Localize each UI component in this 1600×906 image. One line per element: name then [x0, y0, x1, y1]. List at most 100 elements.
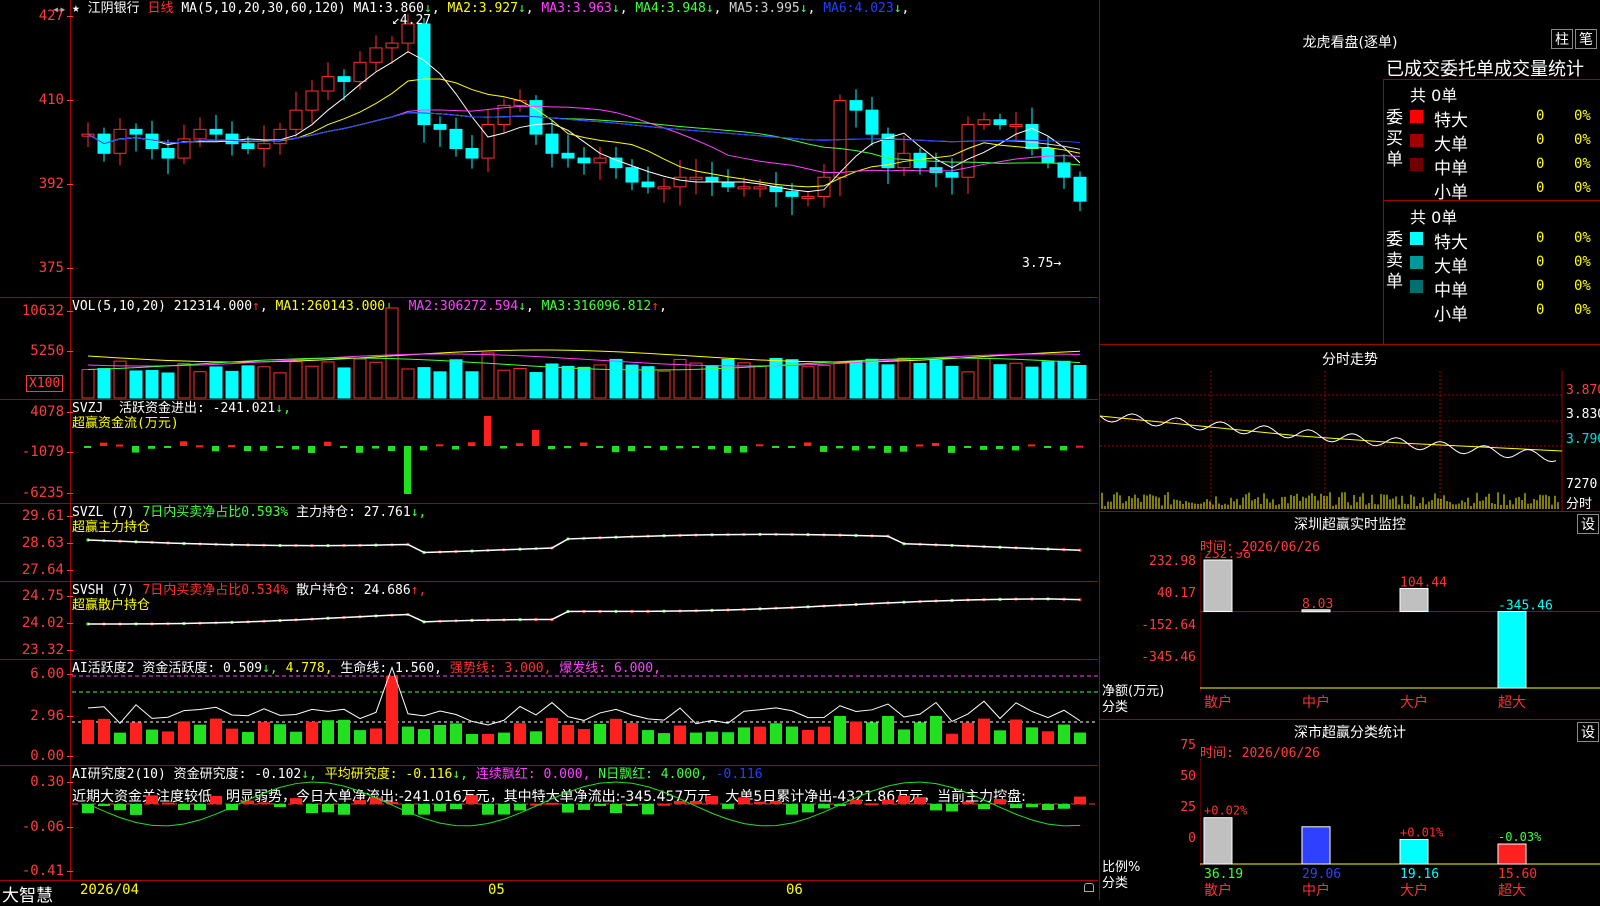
lhb-buy-swatch	[1410, 158, 1423, 171]
research-chart[interactable]	[72, 766, 1098, 879]
volume-bar	[593, 364, 607, 399]
lock-icon[interactable]	[1084, 883, 1094, 892]
lhb-sell-swatch	[1410, 304, 1423, 317]
intraday-chart[interactable]	[1100, 371, 1600, 511]
net-bar	[1497, 611, 1527, 689]
activity-bar	[914, 722, 926, 744]
volume-bar	[609, 358, 623, 399]
activity-bar	[658, 733, 670, 744]
activity-bar	[690, 732, 702, 744]
class-category-label: 超大	[1498, 883, 1526, 899]
svsh-pane[interactable]: 24.75 24.02 23.32 SVSH (7) 7日内买卖净占比0.534…	[0, 582, 1098, 660]
net-bar-label: 232.98	[1204, 552, 1251, 562]
lhb-buy-row-label: 中单	[1434, 159, 1468, 179]
activity-bar	[770, 723, 782, 744]
fund-flow-bar	[404, 446, 411, 494]
nav-arrows[interactable]: ◂▸	[52, 2, 66, 16]
ai-research-pane[interactable]: 0.30 -0.06 -0.41 AI研究度2(10) 资金研究度: -0.10…	[0, 766, 1098, 880]
fund-flow-bar	[916, 444, 923, 447]
fund-flow-bar	[548, 446, 555, 450]
volume-bar	[145, 370, 159, 399]
activity-chart[interactable]	[72, 660, 1098, 765]
candle	[289, 109, 303, 130]
volume-chart[interactable]	[72, 298, 1098, 399]
candlestick-chart[interactable]	[72, 0, 1098, 297]
volume-bar	[673, 359, 687, 399]
sz-monitor-settings-button[interactable]: 设	[1577, 514, 1599, 534]
pen-mode-button[interactable]: 笔	[1575, 29, 1597, 49]
fund-flow-bar	[900, 446, 907, 452]
retail-holding-chart[interactable]	[72, 582, 1098, 659]
lhb-buy-row-pct: 0%	[1574, 156, 1591, 172]
research-bar	[754, 801, 766, 804]
svzl-pane[interactable]: 29.61 28.63 27.64 SVZL (7) 7日内买卖净占比0.593…	[0, 504, 1098, 582]
volume-bar	[241, 365, 255, 399]
candle	[273, 128, 287, 145]
volume-bar	[769, 357, 783, 399]
fund-flow-chart[interactable]	[72, 400, 1098, 503]
net-amount-chart[interactable]: 232.98 散户 8.03 中户 104.44 大户 -345.46 超大	[1200, 552, 1600, 720]
volume-bar	[161, 372, 175, 399]
activity-bar	[674, 725, 686, 744]
volume-bar	[481, 352, 495, 399]
candle	[721, 181, 735, 188]
sz-class-settings-button[interactable]: 设	[1577, 722, 1599, 742]
vol-pane[interactable]: 10632 5250 X100 VOL(5,10,20) 212314.000↑…	[0, 298, 1098, 400]
fund-flow-bar	[260, 446, 267, 451]
brand-logo[interactable]: 大智慧	[2, 881, 53, 906]
fund-flow-bar	[804, 442, 811, 446]
fund-flow-bar	[372, 446, 379, 449]
volume-bar	[497, 369, 511, 399]
vol-tick: 10632	[2, 303, 73, 319]
activity-bar	[226, 728, 238, 744]
class-ratio-chart[interactable]: +0.02% 36.19散户 29.06中户 +0.01% 19.16大户 -0.03% 1…	[1200, 758, 1600, 900]
holding-line	[87, 598, 1081, 625]
fund-flow-bar	[244, 446, 251, 452]
lhb-sell-swatch	[1410, 280, 1423, 293]
ai-active-pane[interactable]: 6.00 2.96 0.00 AI活跃度2 资金活跃度: 0.509↓, 4.7…	[0, 660, 1098, 766]
lhb-buy-row-pct: 0%	[1574, 180, 1591, 196]
svzj-pane[interactable]: 4078 -1079 -6235 SVZJ 活跃资金进出: -241.021↓,…	[0, 400, 1098, 504]
activity-bar	[210, 718, 222, 744]
svzj-axis: 4078 -1079 -6235	[0, 400, 73, 503]
sz-monitor-panel: 深圳超赢实时监控 设 时间: 2026/06/26 净额(万元) 分类 232.…	[1099, 512, 1600, 720]
candle	[993, 119, 1007, 126]
candle	[1073, 176, 1087, 202]
intraday-panel[interactable]: 分时走势 3.870 3.830 3.790 7270 分时	[1099, 345, 1600, 512]
candle	[801, 195, 815, 199]
volume-bar	[209, 366, 223, 399]
sz_class-tick: 25	[1180, 800, 1196, 815]
fund-flow-bar	[756, 444, 763, 447]
activity-bar	[1010, 719, 1022, 744]
fund-flow-bar	[1076, 445, 1083, 448]
main-holding-chart[interactable]	[72, 504, 1098, 581]
research-bar	[770, 800, 782, 804]
fund-flow-bar	[980, 446, 987, 450]
fund-flow-bar	[596, 446, 603, 448]
lhb-buy-swatch	[1410, 134, 1423, 147]
activity-bar	[290, 731, 302, 744]
fund-flow-bar	[676, 446, 683, 449]
lhb-sell-row-value: 0	[1536, 302, 1545, 318]
lhb-sell-row-value: 0	[1536, 230, 1545, 246]
fund-flow-bar	[164, 446, 171, 448]
candle	[209, 128, 223, 135]
sz-class-panel: 深市超赢分类统计 设 时间: 2026/06/26 比例% 分类 +0.02% 3…	[1099, 720, 1600, 900]
activity-bar	[818, 726, 830, 744]
kline-pane[interactable]: 427 410 392 375 ◂▸ ★ 江阴银行 日线 MA(5,10,20,…	[0, 0, 1098, 298]
candle	[465, 148, 479, 159]
bar-mode-button[interactable]: 柱	[1551, 29, 1573, 49]
research-bar	[802, 804, 814, 813]
candle	[865, 109, 879, 135]
research-bar	[210, 796, 222, 804]
net-bar-label: -345.46	[1498, 599, 1553, 614]
fund-flow-bar	[644, 446, 651, 448]
research-bar	[562, 804, 574, 813]
candle	[849, 100, 863, 111]
activity-bar	[114, 732, 126, 744]
fund-flow-bar	[836, 446, 843, 449]
research-bar	[914, 797, 926, 804]
volume-bar	[257, 366, 271, 399]
volume-bar	[817, 365, 831, 399]
candle	[705, 176, 719, 183]
